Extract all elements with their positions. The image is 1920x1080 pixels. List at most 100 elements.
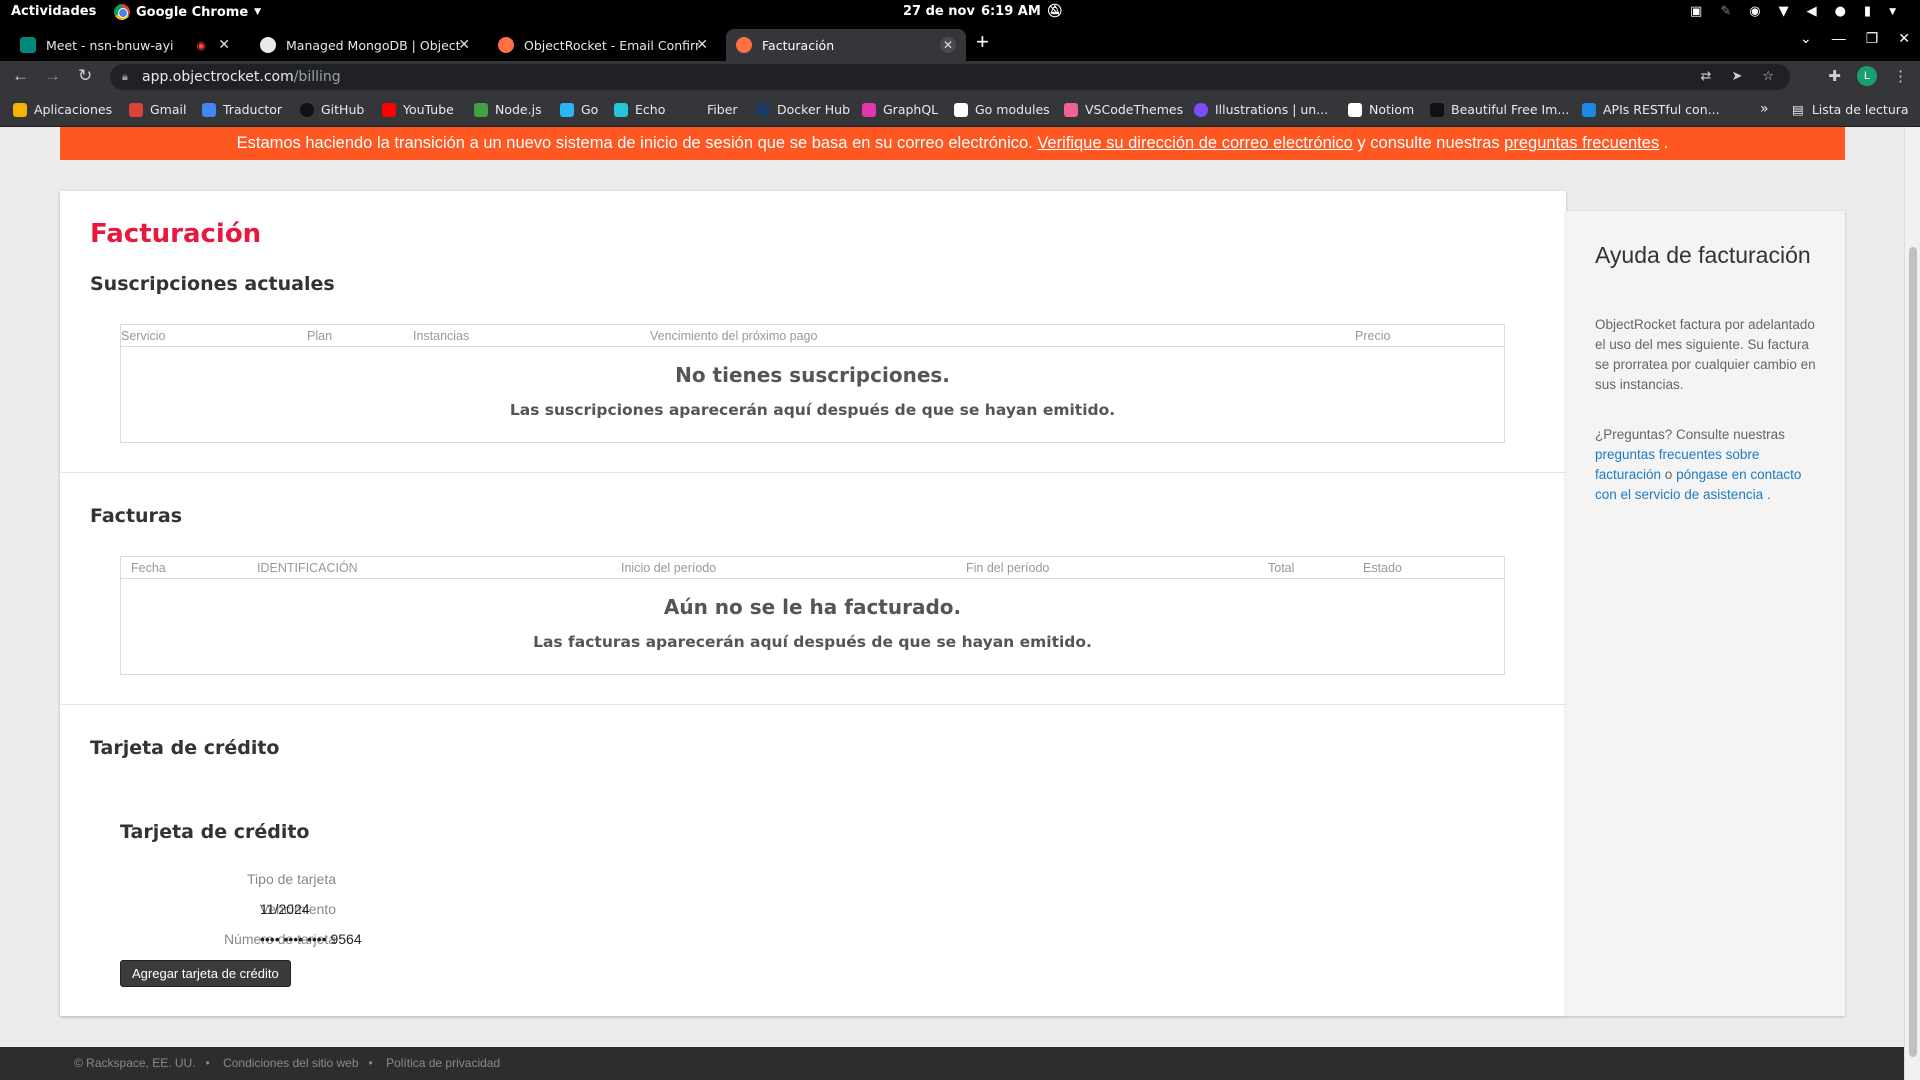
apis-icon (1582, 102, 1596, 117)
notion-icon (954, 102, 968, 117)
bookmark-nodejs[interactable]: Node.js (474, 102, 542, 117)
tab-facturacion[interactable]: Facturación ✕ (726, 29, 966, 61)
bookmark-illustrations[interactable]: Illustrations | un... (1194, 102, 1328, 117)
power-menu-icon: ▼ (1889, 6, 1896, 17)
bookmark-go[interactable]: Go (560, 102, 598, 117)
section-divider (60, 472, 1566, 473)
scrollbar-thumb[interactable] (1909, 247, 1917, 1057)
chrome-menu-icon[interactable]: ⋮ (1893, 67, 1908, 85)
empty-state-subtitle: Las facturas aparecerán aquí después de … (533, 633, 1092, 651)
date-label: 27 de nov (903, 4, 975, 19)
footer-separator: • (368, 1056, 373, 1070)
mic-icon: ● (1834, 4, 1846, 19)
gmail-icon (129, 102, 143, 117)
more-bookmarks-icon[interactable]: » (1760, 101, 1769, 117)
window-controls: ⌄ — ❐ ✕ (1800, 30, 1920, 47)
activities-button[interactable]: Actividades (11, 4, 96, 19)
bookmark-label: Go modules (975, 102, 1050, 117)
banner-text: Estamos haciendo la transición a un nuev… (236, 134, 1038, 152)
bookmark-graphql[interactable]: GraphQL (862, 102, 938, 117)
reload-icon[interactable]: ↻ (78, 66, 92, 86)
apps-icon (13, 102, 27, 117)
url-host: app.objectrocket.com (142, 69, 294, 85)
help-paragraph: ObjectRocket factura por adelantado el u… (1595, 317, 1816, 392)
notion-icon (1348, 102, 1362, 117)
bookmark-apis-restful[interactable]: APIs RESTful con... (1582, 102, 1720, 117)
help-questions-paragraph: ¿Preguntas? Consulte nuestras preguntas … (1595, 425, 1825, 505)
bookmarks-bar: Aplicaciones Gmail Traductor GitHub YouT… (0, 93, 1920, 127)
bookmark-echo[interactable]: Echo (614, 102, 665, 117)
app-name: Google Chrome (136, 4, 249, 20)
close-tab-icon[interactable]: ✕ (696, 37, 708, 53)
invoices-heading: Facturas (90, 505, 183, 527)
subscriptions-table: Servicio Plan Instancias Vencimiento del… (120, 324, 1505, 443)
app-menu[interactable]: Google Chrome ▼ (114, 4, 261, 20)
column-header: IDENTIFICACIÓN (257, 561, 358, 575)
extensions-icon[interactable]: ✚ (1828, 67, 1841, 85)
restore-icon[interactable]: ❐ (1866, 30, 1879, 47)
reading-list-button[interactable]: ▤ Lista de lectura (1792, 102, 1909, 117)
close-tab-icon[interactable]: ✕ (218, 37, 230, 53)
bookmark-label: Gmail (150, 102, 187, 117)
bookmark-vscodethemes[interactable]: VSCodeThemes (1064, 102, 1183, 117)
bookmark-label: Fiber (707, 102, 738, 117)
address-bar[interactable]: 🔒︎ app.objectrocket.com/billing ⇄ ➤ ☆ (110, 64, 1790, 90)
bookmark-label: GraphQL (883, 102, 939, 117)
back-arrow-icon[interactable]: ← (12, 66, 29, 86)
wifi-icon: ▼ (1778, 4, 1789, 19)
translate-icon (202, 102, 216, 117)
volume-icon: ◀ (1806, 4, 1817, 19)
faq-link[interactable]: preguntas frecuentes (1504, 134, 1659, 152)
browser-toolbar: ← → ↻ 🔒︎ app.objectrocket.com/billing ⇄ … (0, 61, 1920, 93)
send-icon[interactable]: ➤ (1731, 64, 1742, 90)
tab-email-confirmation[interactable]: ObjectRocket - Email Confirmation ✕ (488, 29, 718, 61)
bookmark-traductor[interactable]: Traductor (202, 102, 282, 117)
bookmark-label: VSCodeThemes (1085, 102, 1184, 117)
bookmark-gmail[interactable]: Gmail (129, 102, 186, 117)
tab-mongodb[interactable]: Managed MongoDB | ObjectRocket ✕ (250, 29, 480, 61)
column-header: Fecha (131, 561, 166, 575)
minimize-icon[interactable]: — (1832, 30, 1846, 47)
tab-search-icon[interactable]: ⌄ (1800, 30, 1812, 47)
bookmark-aplicaciones[interactable]: Aplicaciones (13, 102, 112, 117)
privacy-link[interactable]: Política de privacidad (386, 1056, 500, 1070)
clock[interactable]: 27 de nov 6:19 AM 🔕︎ (903, 4, 1063, 19)
page-scrollbar[interactable] (1904, 127, 1920, 1080)
bookmark-fiber[interactable]: Fiber (686, 102, 738, 117)
url-path: /billing (293, 69, 341, 85)
empty-state-subtitle: Las suscripciones aparecerán aquí despué… (509, 401, 1116, 419)
bookmark-label: Echo (635, 102, 666, 117)
bookmark-github[interactable]: GitHub (300, 102, 364, 117)
table-header: Servicio Plan Instancias Vencimiento del… (121, 325, 1504, 347)
chrome-icon (114, 4, 130, 20)
credit-card-heading: Tarjeta de crédito (90, 737, 280, 759)
forward-arrow-icon[interactable]: → (44, 66, 61, 86)
meet-favicon-icon (20, 37, 36, 53)
close-window-icon[interactable]: ✕ (1898, 30, 1910, 47)
tab-title: Meet - nsn-bnuw-ayi (46, 37, 174, 53)
close-tab-icon[interactable]: ✕ (458, 37, 470, 53)
copyright-text: © Rackspace, EE. UU. (74, 1056, 196, 1070)
card-type-label: Tipo de tarjeta (247, 871, 336, 887)
bookmark-beautiful-free-images[interactable]: Beautiful Free Im... (1430, 102, 1569, 117)
bookmark-label: Beautiful Free Im... (1451, 102, 1570, 117)
recording-icon: ◉ (196, 38, 206, 52)
bookmark-go-modules[interactable]: Go modules (954, 102, 1050, 117)
add-credit-card-button[interactable]: Agregar tarjeta de crédito (120, 960, 291, 987)
tab-meet[interactable]: Meet - nsn-bnuw-ayi ◉ ✕ (10, 29, 240, 61)
verify-email-link[interactable]: Verifique su dirección de correo electró… (1037, 134, 1353, 152)
echo-icon (614, 102, 628, 117)
bookmark-docker-hub[interactable]: Docker Hub (756, 102, 850, 117)
banner-text: . (1659, 134, 1669, 152)
new-tab-button[interactable]: + (976, 29, 989, 55)
profile-avatar[interactable]: L (1857, 66, 1877, 86)
translate-page-icon[interactable]: ⇄ (1701, 64, 1712, 90)
bookmark-youtube[interactable]: YouTube (382, 102, 454, 117)
bookmark-star-icon[interactable]: ☆ (1762, 64, 1774, 90)
table-header: Fecha IDENTIFICACIÓN Inicio del período … (121, 557, 1504, 579)
system-tray[interactable]: ▣ ✎ ◉ ▼ ◀ ● ▮ ▼ (1690, 4, 1896, 19)
bookmark-notiom[interactable]: Notiom (1348, 102, 1414, 117)
close-tab-icon[interactable]: ✕ (940, 37, 956, 53)
bookmark-label: YouTube (403, 102, 454, 117)
terms-link[interactable]: Condiciones del sitio web (223, 1056, 358, 1070)
